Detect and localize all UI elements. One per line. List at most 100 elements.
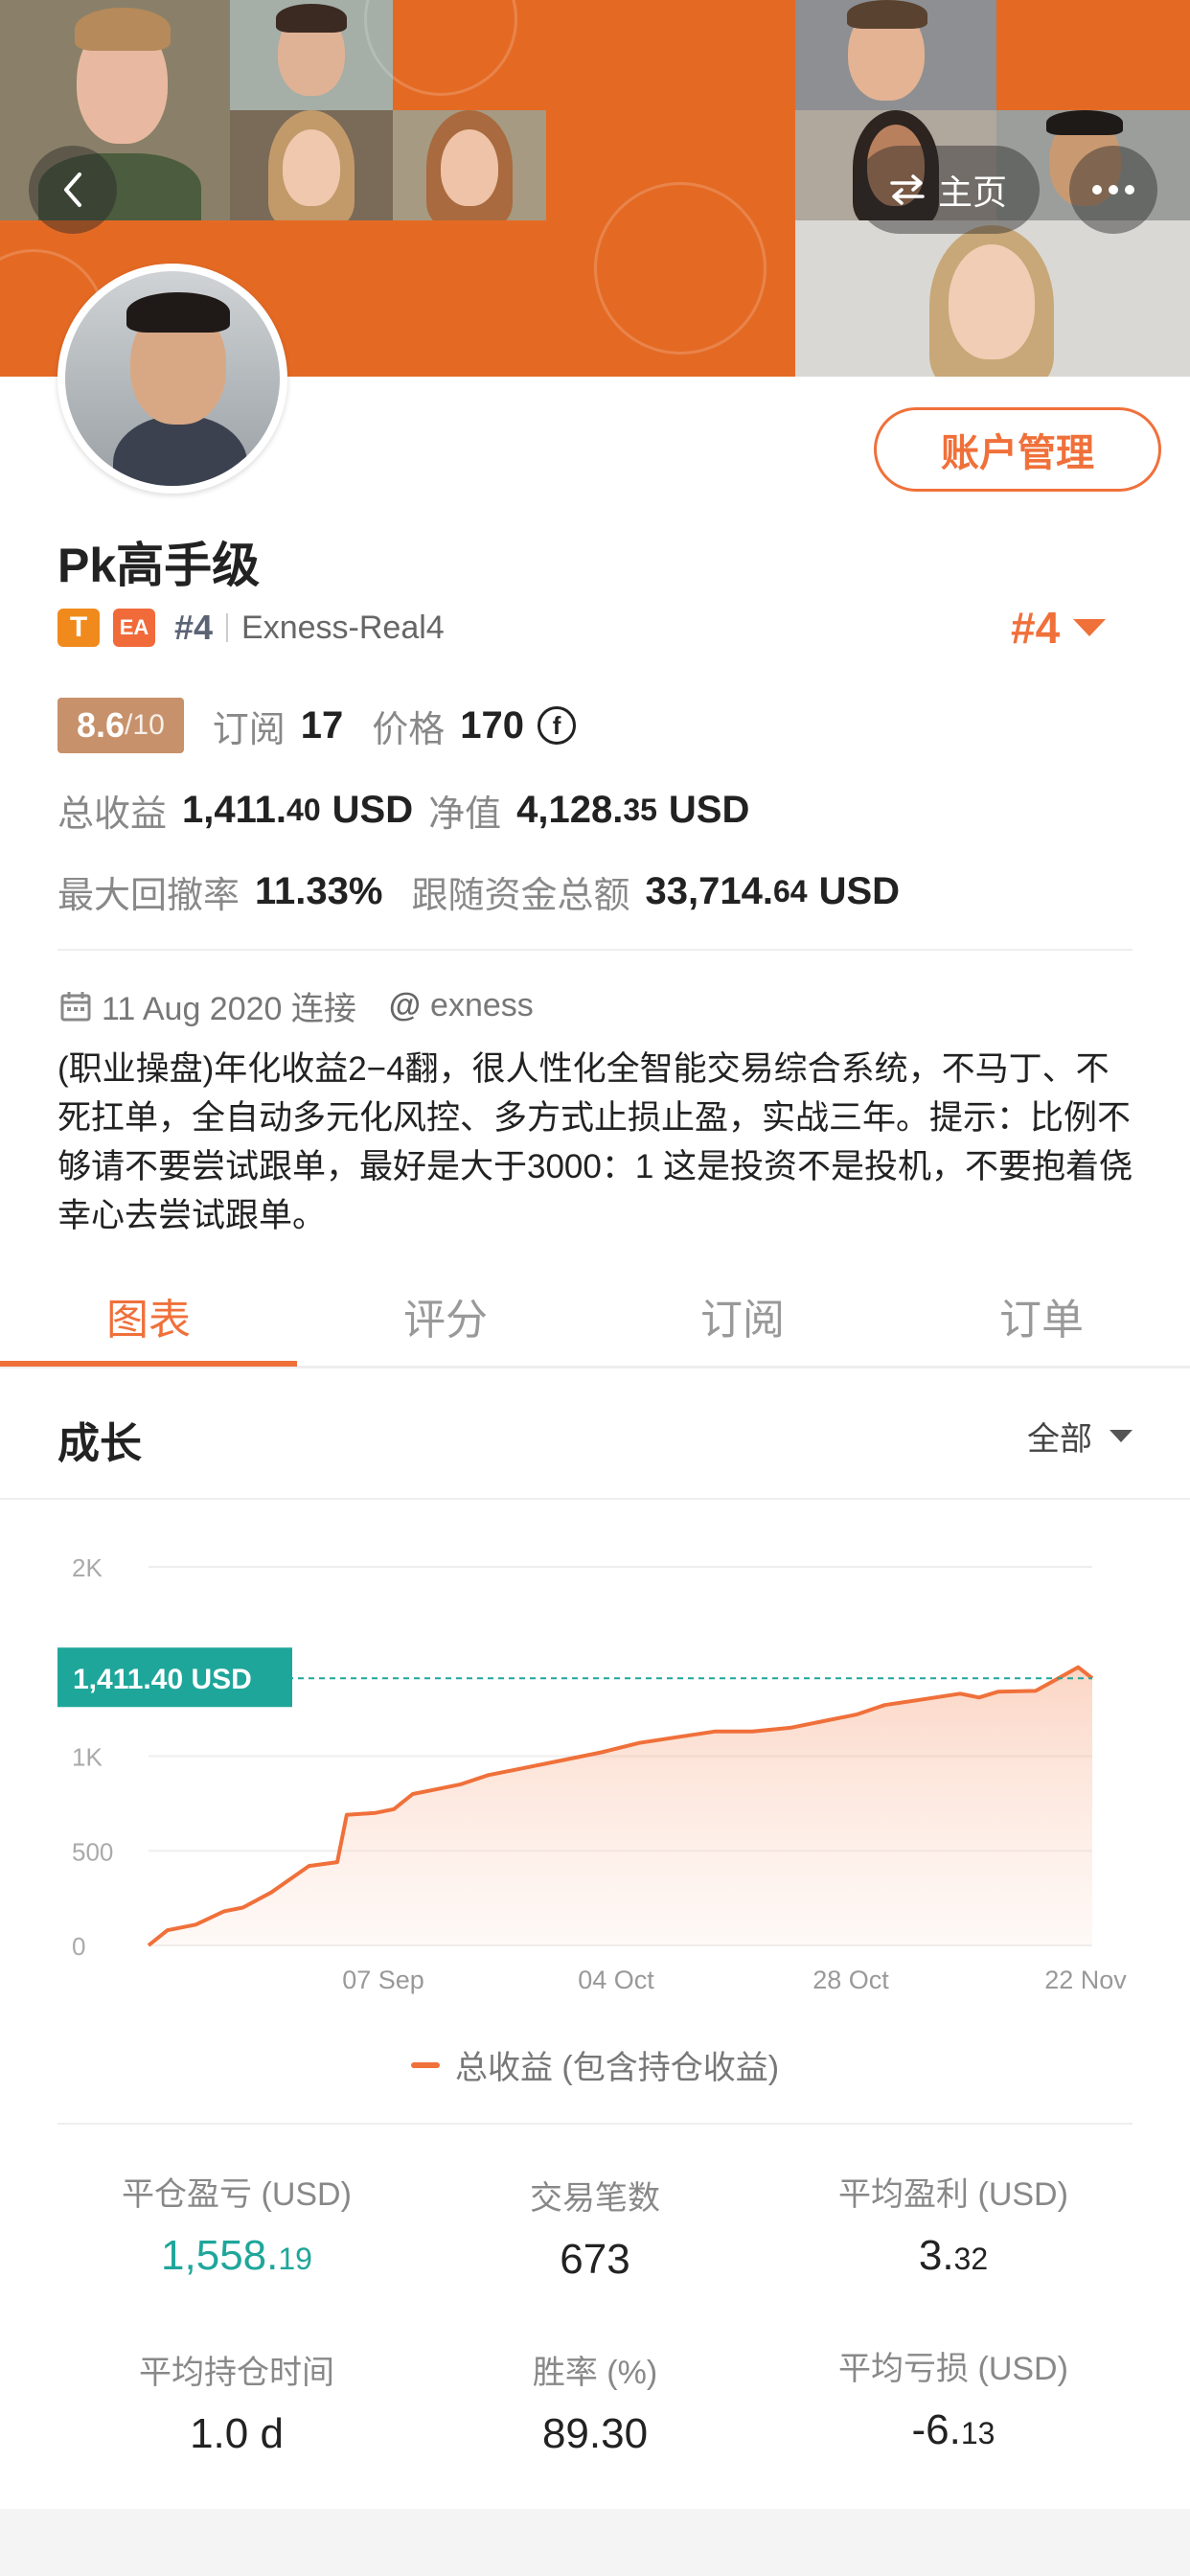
growth-area (149, 1667, 1092, 1945)
divider (57, 2123, 1133, 2125)
at-icon: @ (388, 987, 422, 1024)
y-tick-label: 2K (72, 1553, 103, 1582)
rank-label: #4 (174, 608, 214, 647)
metric-value: 673 (560, 2236, 630, 2283)
rating-row: 8.6/10 订阅 17 价格 170 f (57, 698, 577, 753)
metric-avg-hold-time: 平均持仓时间 1.0 d (55, 2346, 419, 2458)
chevron-left-icon (64, 172, 81, 207)
total-profit-unit: USD (332, 789, 414, 831)
rating-denominator: /10 (125, 709, 165, 741)
x-tick-label: 22 Nov (1044, 1966, 1127, 1994)
tab-rating[interactable]: 评分 (297, 1263, 594, 1368)
account-management-button[interactable]: 账户管理 (874, 407, 1161, 492)
metric-value: 1.0 d (190, 2410, 284, 2457)
follow-funds-unit: USD (818, 870, 901, 912)
metric-value: 3.32 (918, 2232, 989, 2279)
rank-dropdown[interactable]: #4 (1011, 602, 1107, 654)
avatar[interactable] (57, 264, 287, 494)
home-label: 主页 (937, 172, 1007, 212)
ea-badge: EA (113, 609, 155, 647)
price-label: 价格 (372, 709, 446, 750)
growth-filter-value: 全部 (1027, 1421, 1092, 1458)
tab-chart[interactable]: 图表 (0, 1263, 297, 1368)
metric-value: -6.13 (911, 2406, 995, 2453)
x-tick-label: 28 Oct (812, 1966, 889, 1994)
divider (226, 613, 229, 642)
rank-value: #4 (1011, 603, 1061, 653)
back-button[interactable] (29, 146, 117, 234)
follow-funds-label: 跟随资金总额 (411, 876, 630, 916)
more-options-button[interactable] (1069, 146, 1157, 234)
follow-funds-int: 33,714. (645, 870, 773, 912)
platform-name: exness (430, 987, 534, 1024)
metric-value: 89.30 (541, 2410, 649, 2457)
y-tick-label: 0 (72, 1932, 85, 1961)
current-value-label: 1,411.40 USD (73, 1664, 252, 1695)
follow-funds-dec: 64 (772, 874, 808, 908)
growth-header: 成长 全部 (0, 1370, 1190, 1500)
metric-label: 平均盈利 (USD) (838, 2176, 1068, 2213)
badge-row: T EA #4 Exness-Real4 (57, 607, 445, 649)
metric-avg-loss: 平均亏损 (USD) -6.13 (771, 2342, 1135, 2454)
metric-label: 交易笔数 (530, 2180, 660, 2217)
subscribe-count: 17 (300, 703, 344, 747)
metric-label: 胜率 (%) (532, 2355, 658, 2391)
caret-down-icon (1110, 1430, 1133, 1442)
broker-account: Exness-Real4 (241, 609, 445, 646)
t-badge: T (57, 609, 100, 647)
connect-date: 11 Aug 2020 连接 (102, 991, 356, 1027)
price-value: 170 (460, 703, 525, 747)
banner-photo-3 (230, 110, 393, 220)
chart-legend: 总收益 (包含持仓收益) (0, 2041, 1190, 2088)
rating-badge: 8.6/10 (57, 698, 184, 753)
rating-value: 8.6 (77, 705, 126, 745)
metric-trade-count: 交易笔数 673 (413, 2172, 777, 2284)
active-tab-indicator (0, 1361, 297, 1367)
metric-avg-profit: 平均盈利 (USD) 3.32 (771, 2168, 1135, 2280)
banner-photo-4 (393, 110, 546, 220)
y-tick-label: 1K (72, 1743, 103, 1772)
more-dots-icon (1092, 185, 1134, 195)
legend-swatch (410, 2061, 440, 2068)
metric-win-rate: 胜率 (%) 89.30 (413, 2346, 777, 2458)
tab-subscribe[interactable]: 订阅 (594, 1263, 891, 1368)
subscribe-label: 订阅 (212, 709, 286, 750)
bottom-band (0, 2509, 1190, 2576)
growth-title: 成长 (57, 1420, 142, 1467)
calendar-icon (60, 991, 91, 1021)
home-button[interactable]: 主页 (856, 146, 1040, 234)
legend-label: 总收益 (包含持仓收益) (454, 2050, 780, 2086)
banner-photo-5 (795, 0, 996, 110)
profit-row: 总收益 1,411. 40 USD 净值 4,128. 35 USD (57, 784, 749, 837)
total-profit-int: 1,411. (182, 789, 287, 831)
max-drawdown-value: 11.33% (255, 870, 383, 912)
strategy-description: (职业操盘)年化收益2−4翻，很人性化全智能交易综合系统，不马丁、不死扛单，全自… (57, 1050, 1133, 1234)
net-value-unit: USD (668, 789, 750, 831)
tab-orders[interactable]: 订单 (893, 1263, 1190, 1368)
swap-icon (890, 174, 925, 205)
banner-photo-8 (795, 220, 1190, 377)
drawdown-row: 最大回撤率 11.33% 跟随资金总额 33,714. 64 USD (57, 865, 900, 918)
metric-label: 平仓盈亏 (USD) (122, 2176, 352, 2213)
coin-icon: f (538, 706, 577, 745)
x-tick-label: 04 Oct (578, 1966, 654, 1994)
x-tick-label: 07 Sep (342, 1966, 424, 1994)
max-drawdown-label: 最大回撤率 (57, 876, 240, 916)
metric-label: 平均持仓时间 (139, 2355, 334, 2391)
trader-name: Pk高手级 (57, 539, 261, 592)
growth-chart: 2K 1K 500 0 07 Sep 04 Oct 28 Oct 22 Nov 1,411.… (57, 1553, 1127, 1994)
metric-value: 1,558.19 (161, 2232, 312, 2279)
meta-row: 11 Aug 2020 连接 @ exness (59, 982, 534, 1029)
metric-closed-pnl: 平仓盈亏 (USD) 1,558.19 (55, 2168, 419, 2280)
growth-filter-dropdown[interactable]: 全部 (1027, 1413, 1133, 1460)
y-tick-label: 500 (72, 1837, 113, 1866)
net-value-label: 净值 (428, 794, 502, 835)
net-value-dec: 35 (623, 793, 657, 827)
divider (57, 949, 1133, 951)
caret-down-icon (1073, 619, 1107, 636)
total-profit-dec: 40 (286, 793, 321, 827)
tab-bar: 图表 评分 订阅 订单 (0, 1263, 1190, 1368)
net-value-int: 4,128. (516, 789, 624, 831)
total-profit-label: 总收益 (57, 794, 168, 835)
metric-label: 平均亏损 (USD) (838, 2351, 1068, 2387)
